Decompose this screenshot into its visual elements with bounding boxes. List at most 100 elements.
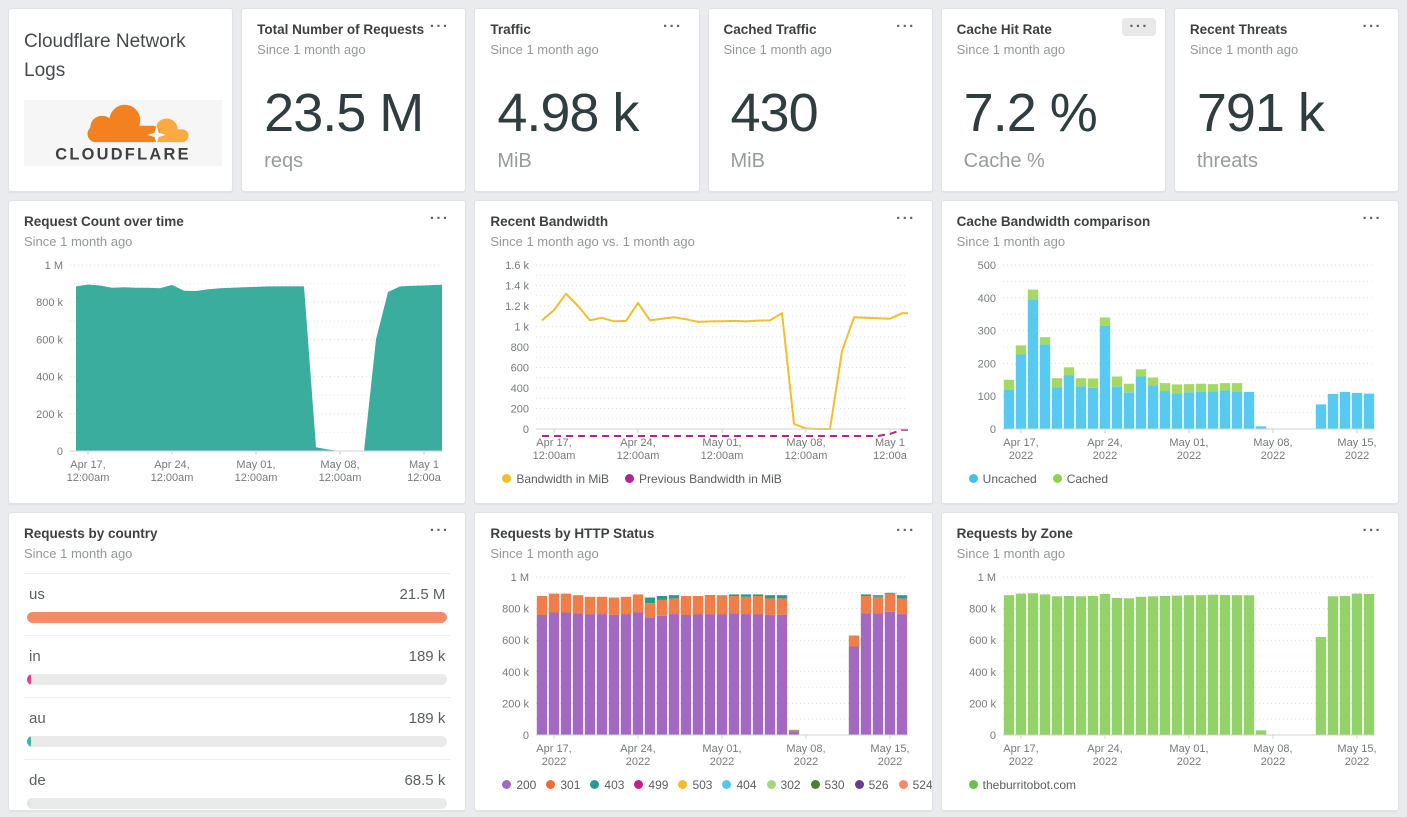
panel-title: Requests by Zone <box>956 526 1073 541</box>
legend-label: 499 <box>648 777 669 792</box>
country-row: us 21.5 M <box>24 572 451 635</box>
panel-subtitle: Since 1 month ago <box>1189 41 1299 57</box>
panel-menu-button[interactable]: ··· <box>1122 18 1156 36</box>
legend-item[interactable]: 301 <box>546 778 580 792</box>
svg-text:600 k: 600 k <box>969 635 996 647</box>
panel-menu-button[interactable]: ··· <box>889 18 923 36</box>
country-value: 189 k <box>408 647 446 665</box>
legend-item[interactable]: Cached <box>1052 472 1108 486</box>
country-bar-track <box>27 611 448 623</box>
legend-item[interactable]: 503 <box>678 778 712 792</box>
country-label: in <box>29 647 41 665</box>
stat-unit: MiB <box>497 149 532 172</box>
panel-subtitle: Since 1 month ago <box>24 545 133 561</box>
panel-menu-button[interactable]: ··· <box>656 18 690 36</box>
panel-subtitle: Since 1 month ago <box>956 233 1066 249</box>
svg-text:May 15,2022: May 15, 2022 <box>871 743 910 768</box>
stat-unit: reqs <box>264 149 304 172</box>
svg-text:Apr 17,2022: Apr 17, 2022 <box>1003 743 1038 768</box>
panel-title: Cached Traffic <box>723 22 817 37</box>
svg-text:May 01,2022: May 01, 2022 <box>1169 743 1208 768</box>
stat-unit: threats <box>1196 149 1258 172</box>
panel-cache-bandwidth: Cache Bandwidth comparison Since 1 month… <box>940 200 1399 504</box>
legend-label: Previous Bandwidth in MiB <box>639 471 782 486</box>
svg-text:May 112:00a: May 1 12:00a <box>874 437 909 462</box>
svg-text:800 k: 800 k <box>502 603 529 615</box>
legend-dot-icon <box>968 780 978 790</box>
panel-menu-button[interactable]: ··· <box>423 522 457 540</box>
legend-item[interactable]: 302 <box>766 777 801 792</box>
legend-item[interactable]: 526 <box>854 777 889 792</box>
legend-label: 404 <box>736 777 757 792</box>
country-bar-track <box>27 735 448 747</box>
country-bar-track <box>27 673 448 685</box>
panel-requests-by-country: Requests by country Since 1 month ago ··… <box>8 512 467 811</box>
legend-item[interactable]: 530 <box>810 778 845 792</box>
panel-menu-button[interactable]: ··· <box>423 210 457 228</box>
svg-text:May 15,2022: May 15, 2022 <box>1337 437 1376 462</box>
svg-text:100: 100 <box>977 391 995 403</box>
svg-text:500: 500 <box>977 260 995 272</box>
stat-value: 7.2 % <box>963 82 1098 143</box>
svg-text:400: 400 <box>511 383 529 395</box>
panel-menu-button[interactable]: ··· <box>889 522 923 540</box>
legend-dot-icon <box>898 780 908 790</box>
legend-item[interactable]: 524 <box>898 778 932 792</box>
svg-text:200: 200 <box>977 358 995 370</box>
svg-text:Apr 24,2022: Apr 24, 2022 <box>621 743 656 768</box>
country-row: au 189 k <box>24 696 451 759</box>
legend-item[interactable]: 499 <box>634 778 668 792</box>
legend-item[interactable]: Uncached <box>968 472 1037 486</box>
svg-text:May 01,12:00am: May 01, 12:00am <box>701 437 744 462</box>
legend-item[interactable]: theburritobot.com <box>968 777 1077 792</box>
panel-traffic: Traffic Since 1 month ago ··· 4.98 k MiB <box>474 8 700 192</box>
svg-text:400 k: 400 k <box>502 667 529 679</box>
stat-block: 791 k threats <box>1197 82 1383 173</box>
legend-item[interactable]: 404 <box>722 777 757 792</box>
svg-text:1.4 k: 1.4 k <box>505 280 529 292</box>
http-status-bar-chart: 0 200 k 400 k 600 k 800 k 1 M Apr 17, 2022 Apr 2… <box>502 572 910 768</box>
svg-text:600: 600 <box>511 362 529 374</box>
legend-label: 200 <box>516 777 537 792</box>
stat-value: 23.5 M <box>264 82 424 143</box>
panel-requests-by-zone: Requests by Zone Since 1 month ago ··· 0… <box>940 512 1399 811</box>
legend-dot-icon <box>625 474 635 484</box>
legend-label: 526 <box>868 777 889 792</box>
svg-text:May 08,2022: May 08, 2022 <box>1253 743 1292 768</box>
svg-text:0: 0 <box>990 730 996 742</box>
stat-value: 4.98 k <box>497 82 639 143</box>
legend-dot-icon <box>968 474 978 484</box>
panel-menu-button[interactable]: ··· <box>1356 18 1390 36</box>
stat-block: 23.5 M reqs <box>264 82 450 173</box>
panel-title: Traffic <box>490 22 531 37</box>
panel-subtitle: Since 1 month ago <box>723 41 832 57</box>
legend-item[interactable]: Previous Bandwidth in MiB <box>625 472 782 486</box>
svg-text:1 M: 1 M <box>45 260 63 272</box>
svg-text:May 08,2022: May 08, 2022 <box>1253 437 1292 462</box>
panel-menu-button[interactable]: ··· <box>1356 210 1390 228</box>
svg-text:Apr 24,2022: Apr 24, 2022 <box>1087 437 1122 462</box>
svg-text:1.6 k: 1.6 k <box>505 260 529 272</box>
legend-label: theburritobot.com <box>982 777 1077 792</box>
svg-text:800: 800 <box>511 342 529 354</box>
bandwidth-legend: Bandwidth in MiB Previous Bandwidth in Mi… <box>502 472 916 486</box>
panel-title: Requests by country <box>24 526 158 541</box>
svg-text:Apr 24,12:00am: Apr 24, 12:00am <box>617 437 660 462</box>
request-count-area-chart: 0 200 k 400 k 600 k 800 k 1 M Apr 17, 12:00am Ap… <box>36 260 442 484</box>
cloudflare-wordmark: CLOUDFLARE <box>55 145 191 163</box>
panel-menu-button[interactable]: ··· <box>423 18 457 36</box>
svg-text:300: 300 <box>977 325 995 337</box>
legend-label: 301 <box>560 777 581 792</box>
legend-item[interactable]: Bandwidth in MiB <box>502 472 609 486</box>
country-label: us <box>29 585 45 603</box>
stat-value: 430 <box>730 82 819 143</box>
legend-dot-icon <box>502 474 512 484</box>
panel-menu-button[interactable]: ··· <box>889 210 923 228</box>
legend-item[interactable]: 403 <box>590 778 624 792</box>
panel-title: Request Count over time <box>24 214 184 229</box>
panel-menu-button[interactable]: ··· <box>1356 522 1390 540</box>
legend-label: 302 <box>780 777 801 792</box>
panel-title: Cache Hit Rate <box>956 22 1052 37</box>
legend-item[interactable]: 200 <box>502 778 536 792</box>
country-label: de <box>29 771 46 789</box>
